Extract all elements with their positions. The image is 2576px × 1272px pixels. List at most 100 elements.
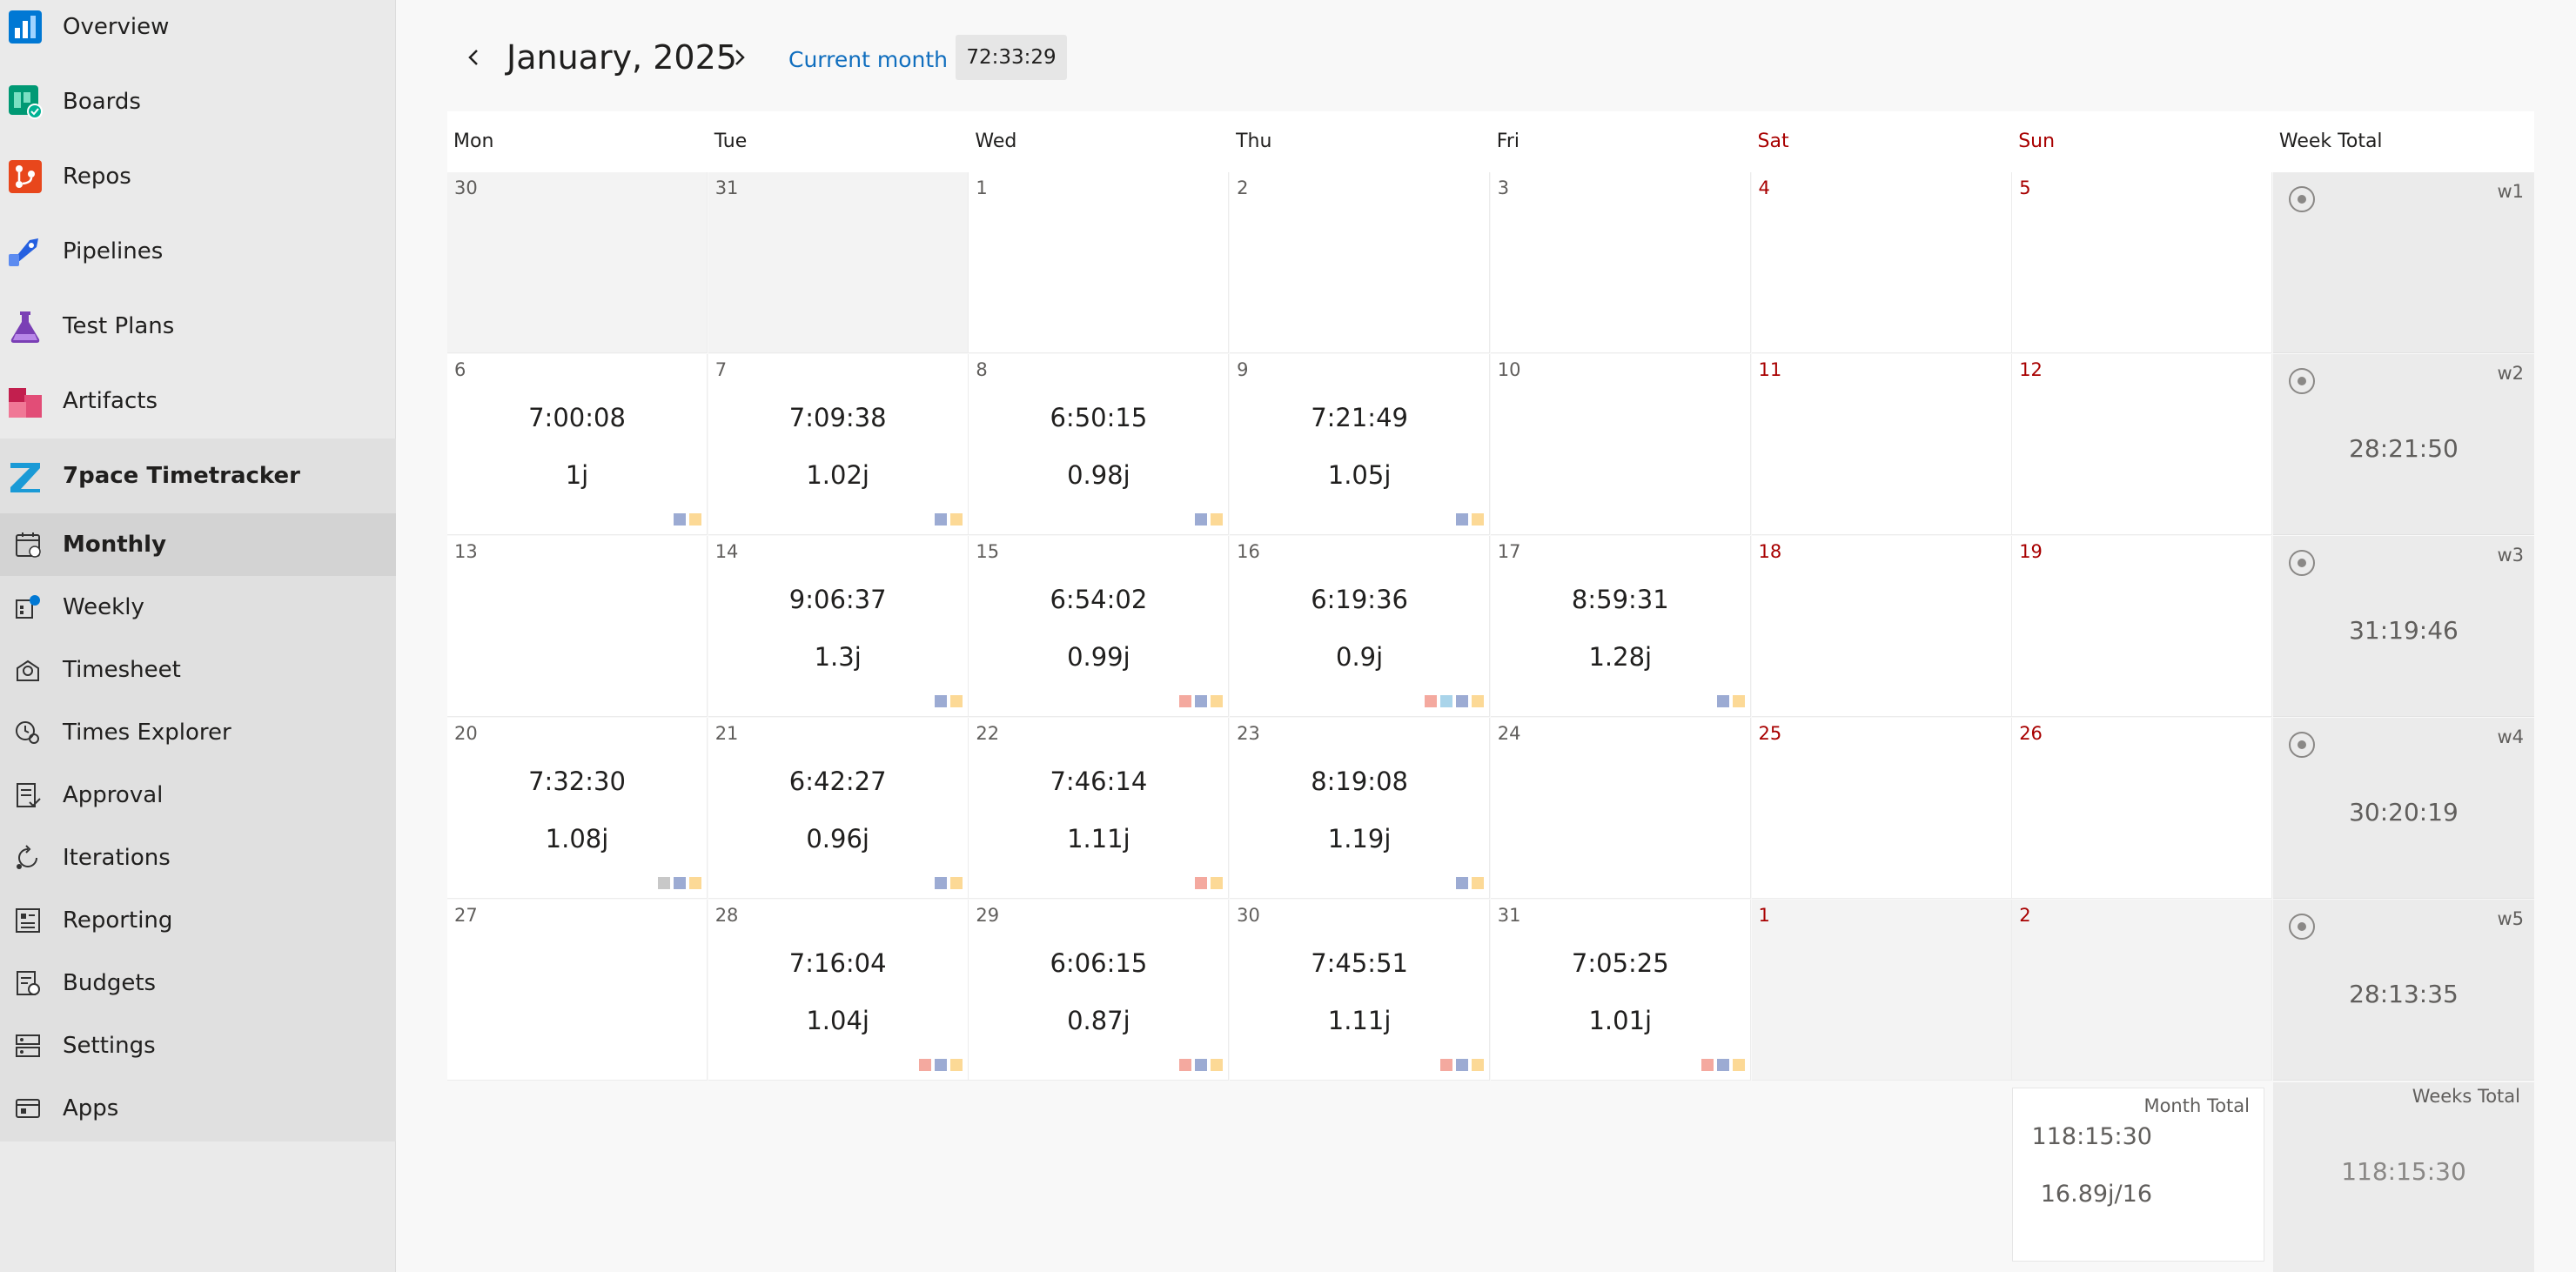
activity-tag-yellow [1472,877,1485,889]
day-units: 1.28j [1588,642,1653,672]
sidebar-item-monthly[interactable]: Monthly [0,513,396,576]
day-number: 16 [1237,541,1260,562]
day-cell[interactable]: 2 [1230,172,1491,353]
day-number: 31 [1497,905,1521,926]
day-number: 7 [714,359,728,380]
day-number: 30 [1237,905,1260,926]
day-cell[interactable]: 9 7:21:49 1.05j [1230,354,1491,535]
day-cell[interactable]: 17 8:59:31 1.28j [1490,536,1751,717]
week-select-radio[interactable] [2289,368,2315,394]
day-cell[interactable]: 31 7:05:25 1.01j [1490,900,1751,1081]
sidebar-item-reporting[interactable]: Reporting [0,889,396,952]
week-select-radio[interactable] [2289,914,2315,940]
day-cell[interactable]: 30 7:45:51 1.11j [1230,900,1491,1081]
day-units: 1.04j [806,1006,869,1035]
day-units: 1.05j [1327,460,1392,490]
sidebar-item-overview[interactable]: Overview [0,0,396,64]
activity-tag-gray [658,877,670,889]
day-cell[interactable]: 23 8:19:08 1.19j [1230,718,1491,899]
next-month-button[interactable] [724,42,755,73]
day-units: 0.99j [1067,642,1130,672]
day-cell[interactable]: 13 [447,536,708,717]
week-total-time: 31:19:46 [2349,616,2459,645]
day-cell[interactable]: 1 [969,172,1230,353]
sidebar-item-approval[interactable]: Approval [0,764,396,827]
activity-tag-blue [934,877,947,889]
activity-tags [674,513,701,526]
sidebar-item-weekly[interactable]: Weekly [0,576,396,639]
day-time: 6:06:15 [1050,948,1148,978]
sidebar-item-apps[interactable]: Apps [0,1077,396,1140]
sidebar-item-times-explorer[interactable]: Times Explorer [0,701,396,764]
day-cell[interactable]: 29 6:06:15 0.87j [969,900,1230,1081]
day-cell[interactable]: 30 [447,172,708,353]
timer-badge[interactable]: 72:33:29 [956,35,1067,80]
day-cell[interactable]: 25 [1751,718,2012,899]
activity-tags [658,877,701,889]
day-cell[interactable]: 24 [1490,718,1751,899]
day-time: 6:42:27 [788,767,887,796]
day-number: 17 [1497,541,1521,562]
day-cell[interactable]: 20 7:32:30 1.08j [447,718,708,899]
day-time: 6:54:02 [1050,585,1148,614]
day-cell[interactable]: 16 6:19:36 0.9j [1230,536,1491,717]
day-cell[interactable]: 15 6:54:02 0.99j [969,536,1230,717]
activity-tags [1456,877,1485,889]
day-number: 1 [976,177,988,198]
sidebar-item-label: 7pace Timetracker [63,463,300,489]
previous-month-button[interactable] [458,42,489,73]
budgets-icon [17,971,40,995]
sidebar-item-7pace-timetracker[interactable]: 7pace Timetracker [0,439,396,513]
day-cell[interactable]: 14 9:06:37 1.3j [708,536,969,717]
activity-tag-yellow [689,877,701,889]
day-cell[interactable]: 21 6:42:27 0.96j [708,718,969,899]
sidebar-item-artifacts[interactable]: Artifacts [0,364,396,439]
sidebar-item-iterations[interactable]: Iterations [0,827,396,889]
activity-tags [1716,695,1745,707]
day-cell[interactable]: 10 [1490,354,1751,535]
day-cell[interactable]: 27 [447,900,708,1081]
sidebar-item-label: Boards [63,89,141,115]
sidebar-item-pipelines[interactable]: Pipelines [0,214,396,289]
sidebar-item-label: Budgets [63,970,157,996]
activity-tag-blue [934,695,947,707]
day-cell[interactable]: 18 [1751,536,2012,717]
day-cell[interactable]: 5 [2012,172,2273,353]
week-select-radio[interactable] [2289,550,2315,576]
sidebar-item-label: Apps [63,1095,119,1121]
day-cell[interactable]: 3 [1490,172,1751,353]
sidebar-item-settings[interactable]: Settings [0,1014,396,1077]
day-cell[interactable]: 22 7:46:14 1.11j [969,718,1230,899]
day-cell[interactable]: 7 7:09:38 1.02j [708,354,969,535]
activity-tag-blue [1716,695,1729,707]
day-cell[interactable]: 2 [2012,900,2273,1081]
sidebar-item-boards[interactable]: Boards [0,64,396,139]
week-select-radio[interactable] [2289,732,2315,758]
day-cell[interactable]: 1 [1751,900,2012,1081]
day-cell[interactable]: 12 [2012,354,2273,535]
day-cell[interactable]: 31 [708,172,969,353]
current-month-link[interactable]: Current month [788,47,948,72]
day-cell[interactable]: 19 [2012,536,2273,717]
sidebar-item-test-plans[interactable]: Test Plans [0,289,396,364]
day-number: 3 [1497,177,1510,198]
day-cell[interactable]: 6 7:00:08 1j [447,354,708,535]
day-cell[interactable]: 8 6:50:15 0.98j [969,354,1230,535]
sidebar-item-label: Reporting [63,907,173,934]
sidebar-item-repos[interactable]: Repos [0,139,396,214]
day-cell[interactable]: 26 [2012,718,2273,899]
day-cell[interactable]: 28 7:16:04 1.04j [708,900,969,1081]
week-select-radio[interactable] [2289,186,2315,212]
sidebar-item-timesheet[interactable]: Timesheet [0,639,396,701]
chevron-right-icon [735,50,745,65]
day-time: 7:05:25 [1571,948,1669,978]
sidebar-item-budgets[interactable]: Budgets [0,952,396,1014]
activity-tag-blue [674,513,686,526]
activity-tag-yellow [1472,513,1485,526]
activity-tag-blue [1195,695,1208,707]
activity-tags [1440,1059,1485,1071]
day-cell[interactable]: 11 [1751,354,2012,535]
day-time: 6:19:36 [1311,585,1408,614]
radio-dot-icon [2298,377,2306,385]
day-cell[interactable]: 4 [1751,172,2012,353]
